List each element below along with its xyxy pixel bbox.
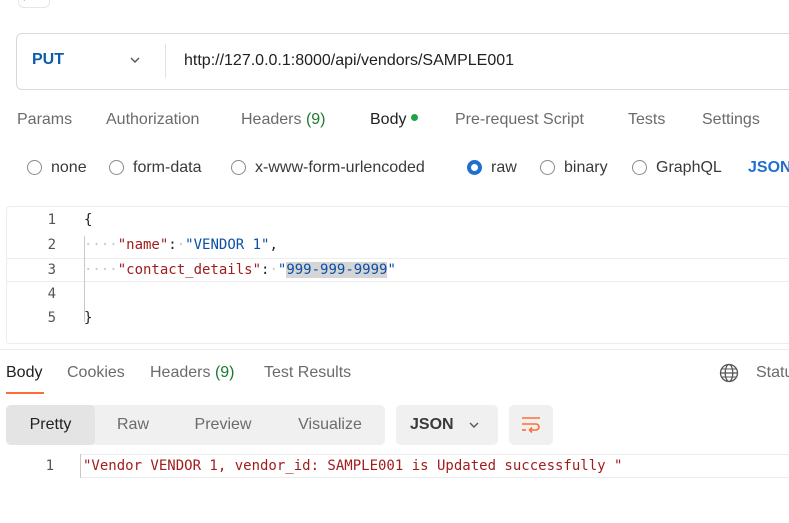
radio-graphql-label: GraphQL bbox=[656, 159, 722, 176]
request-url-bar: PUT http://127.0.0.1:8000/api/vendors/SA… bbox=[16, 33, 789, 90]
response-format-label: JSON bbox=[410, 416, 454, 433]
line-number: 3 bbox=[47, 262, 56, 278]
response-divider bbox=[0, 349, 789, 350]
radio-graphql[interactable] bbox=[632, 160, 647, 175]
globe-icon[interactable] bbox=[719, 363, 739, 383]
view-visualize-button[interactable]: Visualize bbox=[275, 405, 385, 445]
http-method-select[interactable]: PUT bbox=[32, 51, 64, 69]
radio-binary-label: binary bbox=[564, 159, 608, 176]
view-mode-toggle: Pretty Raw Preview Visualize bbox=[6, 405, 385, 445]
tab-headers-label: Headers bbox=[241, 111, 302, 128]
line-number: 2 bbox=[47, 237, 56, 253]
url-input[interactable]: http://127.0.0.1:8000/api/vendors/SAMPLE… bbox=[184, 52, 514, 70]
chevron-down-icon bbox=[469, 422, 479, 428]
view-preview-button[interactable]: Preview bbox=[171, 405, 275, 445]
tab-params[interactable]: Params bbox=[17, 111, 72, 129]
response-tab-cookies[interactable]: Cookies bbox=[67, 364, 125, 382]
radio-form-data[interactable] bbox=[109, 160, 124, 175]
tab-settings[interactable]: Settings bbox=[702, 111, 760, 129]
whitespace-dots: ···· bbox=[84, 262, 118, 278]
json-value-quote-close: " bbox=[387, 262, 396, 278]
tab-body-label: Body bbox=[370, 111, 407, 128]
code-line-5: } bbox=[84, 310, 92, 326]
line-number: 5 bbox=[47, 310, 56, 326]
json-value-contact-selected: 999-999-9999 bbox=[286, 262, 388, 278]
active-tab-underline bbox=[6, 392, 44, 394]
json-key-name: "name" bbox=[117, 237, 169, 253]
body-format-dropdown[interactable]: JSON bbox=[748, 159, 789, 177]
view-pretty-button[interactable]: Pretty bbox=[6, 405, 95, 445]
chevron-down-icon[interactable] bbox=[129, 54, 141, 66]
whitespace-dots: ···· bbox=[84, 237, 118, 253]
response-status: Statu bbox=[756, 364, 789, 381]
body-modified-dot bbox=[411, 114, 419, 121]
response-body-text: "Vendor VENDOR 1, vendor_id: SAMPLE001 i… bbox=[83, 458, 623, 474]
code-line-2: ····"name":·"VENDOR 1", bbox=[84, 237, 278, 253]
tab-pre-request-script[interactable]: Pre-request Script bbox=[455, 111, 584, 129]
body-type-selector: none form-data x-www-form-urlencoded raw… bbox=[0, 158, 789, 180]
tab-body[interactable]: Body bbox=[370, 111, 419, 129]
line-number: 1 bbox=[47, 212, 56, 228]
radio-none-label: none bbox=[51, 159, 87, 176]
response-tab-headers-label: Headers bbox=[150, 364, 211, 381]
wrap-lines-button[interactable] bbox=[509, 405, 553, 445]
whitespace-dots: · bbox=[176, 237, 186, 253]
tab-authorization[interactable]: Authorization bbox=[106, 111, 199, 129]
response-tab-headers-count: (9) bbox=[214, 364, 235, 381]
response-tab-headers[interactable]: Headers (9) bbox=[150, 364, 235, 382]
response-indent-guide bbox=[80, 454, 81, 478]
radio-form-data-label: form-data bbox=[133, 159, 202, 176]
tab-headers-count: (9) bbox=[305, 111, 326, 128]
code-line-3: ····"contact_details":·"999-999-9999" bbox=[84, 262, 396, 278]
json-key-contact-details: "contact_details" bbox=[117, 262, 262, 278]
json-value-name: "VENDOR 1" bbox=[185, 237, 270, 253]
line-number: 4 bbox=[47, 286, 56, 302]
wrap-lines-icon bbox=[522, 417, 540, 434]
code-line-1: { bbox=[84, 212, 92, 228]
view-raw-button[interactable]: Raw bbox=[95, 405, 171, 445]
url-divider bbox=[165, 44, 166, 78]
tab-tests[interactable]: Tests bbox=[628, 111, 665, 129]
close-brace: } bbox=[84, 310, 93, 326]
back-button[interactable]: ‹ bbox=[18, 0, 50, 8]
response-format-select[interactable]: JSON bbox=[396, 405, 498, 445]
radio-raw[interactable] bbox=[467, 160, 482, 175]
response-tab-body[interactable]: Body bbox=[6, 364, 42, 382]
back-arrow-icon: ‹ bbox=[22, 0, 25, 4]
radio-urlencoded[interactable] bbox=[231, 160, 246, 175]
tab-headers[interactable]: Headers (9) bbox=[241, 111, 326, 129]
response-line-number: 1 bbox=[45, 458, 54, 474]
whitespace-dots: · bbox=[269, 262, 278, 278]
radio-none[interactable] bbox=[27, 160, 42, 175]
response-tab-test-results[interactable]: Test Results bbox=[264, 364, 351, 382]
open-brace: { bbox=[84, 212, 93, 228]
radio-raw-label: raw bbox=[491, 159, 517, 176]
radio-binary[interactable] bbox=[540, 160, 555, 175]
radio-urlencoded-label: x-www-form-urlencoded bbox=[255, 159, 425, 176]
